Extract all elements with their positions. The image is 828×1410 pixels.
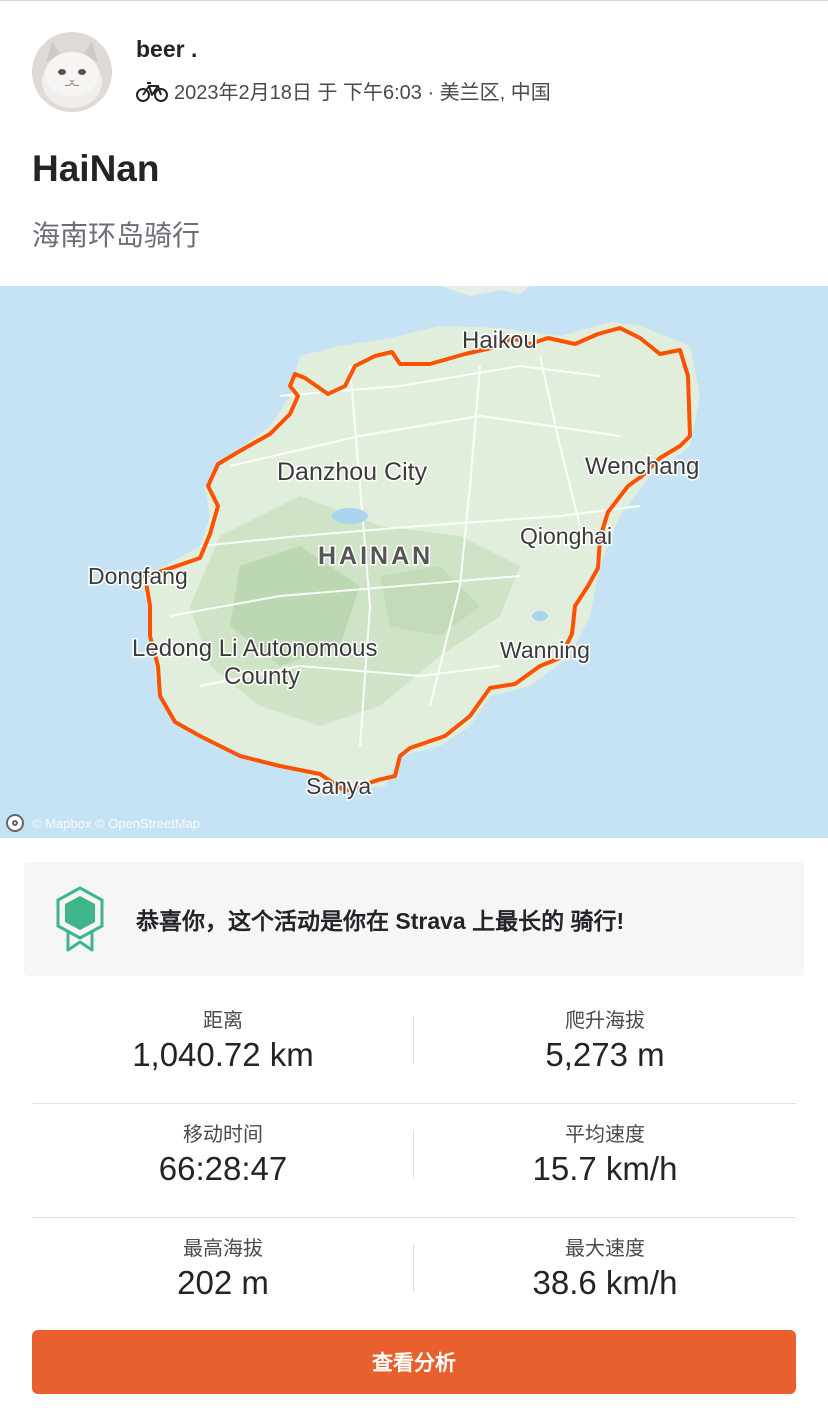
cat-avatar-image (32, 32, 112, 112)
achievement-banner: 恭喜你，这个活动是你在 Strava 上最长的 骑行! (24, 862, 804, 976)
map-label-danzhou: Danzhou City (277, 458, 428, 486)
map-attribution: © Mapbox © OpenStreetMap (6, 814, 200, 832)
stat-elevation-gain: 爬升海拔 5,273 m (414, 990, 796, 1103)
map-attribution-text[interactable]: © Mapbox © OpenStreetMap (32, 816, 200, 831)
stat-value: 5,273 m (545, 1036, 665, 1073)
achievement-text: 恭喜你，这个活动是你在 Strava 上最长的 骑行! (136, 908, 625, 934)
stat-row: 最高海拔 202 m 最大速度 38.6 km/h (32, 1218, 796, 1331)
map-label-haikou: Haikou (462, 327, 537, 354)
stat-label: 爬升海拔 (565, 1010, 645, 1032)
bicycle-icon (136, 80, 168, 102)
top-divider (0, 0, 828, 1)
stat-moving-time: 移动时间 66:28:47 (32, 1104, 414, 1217)
activity-header: beer . 2023年2月18日 于 下午6:03 · 美兰区, 中国 (32, 32, 812, 112)
map-label-wanning: Wanning (500, 637, 590, 663)
map-label-dongfang: Dongfang (88, 563, 188, 589)
map-label-sanya: Sanya (306, 773, 371, 799)
map-canvas: Haikou Danzhou City HAINAN Wenchang Qion… (0, 286, 828, 838)
stat-max-elevation: 最高海拔 202 m (32, 1218, 414, 1331)
stat-row: 移动时间 66:28:47 平均速度 15.7 km/h (32, 1104, 796, 1218)
stat-value: 38.6 km/h (532, 1264, 678, 1301)
route-map[interactable]: Haikou Danzhou City HAINAN Wenchang Qion… (0, 286, 828, 838)
map-label-hainan: HAINAN (318, 542, 433, 570)
map-label-wenchang: Wenchang (585, 453, 699, 480)
stat-value: 1,040.72 km (132, 1036, 314, 1073)
stat-row: 距离 1,040.72 km 爬升海拔 5,273 m (32, 990, 796, 1104)
activity-meta: 2023年2月18日 于 下午6:03 · 美兰区, 中国 (136, 76, 551, 105)
stat-value: 66:28:47 (158, 1150, 288, 1187)
stat-avg-speed: 平均速度 15.7 km/h (414, 1104, 796, 1217)
stats-grid: 距离 1,040.72 km 爬升海拔 5,273 m 移动时间 66:28:4… (32, 990, 796, 1331)
stat-label: 距离 (203, 1010, 243, 1032)
activity-date-location: 2023年2月18日 于 下午6:03 · 美兰区, 中国 (174, 82, 551, 104)
stat-value: 15.7 km/h (532, 1150, 678, 1187)
mapbox-logo-icon[interactable] (6, 814, 24, 832)
stat-label: 最大速度 (565, 1238, 645, 1260)
stat-max-speed: 最大速度 38.6 km/h (414, 1218, 796, 1331)
achievement-badge-icon (54, 886, 106, 952)
map-label-qionghai: Qionghai (520, 523, 612, 549)
stat-value: 202 m (177, 1264, 269, 1301)
user-name[interactable]: beer . (136, 36, 197, 63)
activity-title: HaiNan (32, 148, 160, 189)
stat-label: 最高海拔 (183, 1238, 263, 1260)
stat-distance: 距离 1,040.72 km (32, 990, 414, 1103)
avatar[interactable] (32, 32, 112, 112)
stat-label: 平均速度 (565, 1124, 645, 1146)
map-label-ledong-line2: County (224, 663, 300, 690)
map-label-ledong-line1: Ledong Li Autonomous (132, 635, 378, 662)
activity-description: 海南环岛骑行 (32, 220, 201, 251)
view-analysis-button[interactable]: 查看分析 (32, 1330, 796, 1394)
stat-label: 移动时间 (183, 1124, 263, 1146)
